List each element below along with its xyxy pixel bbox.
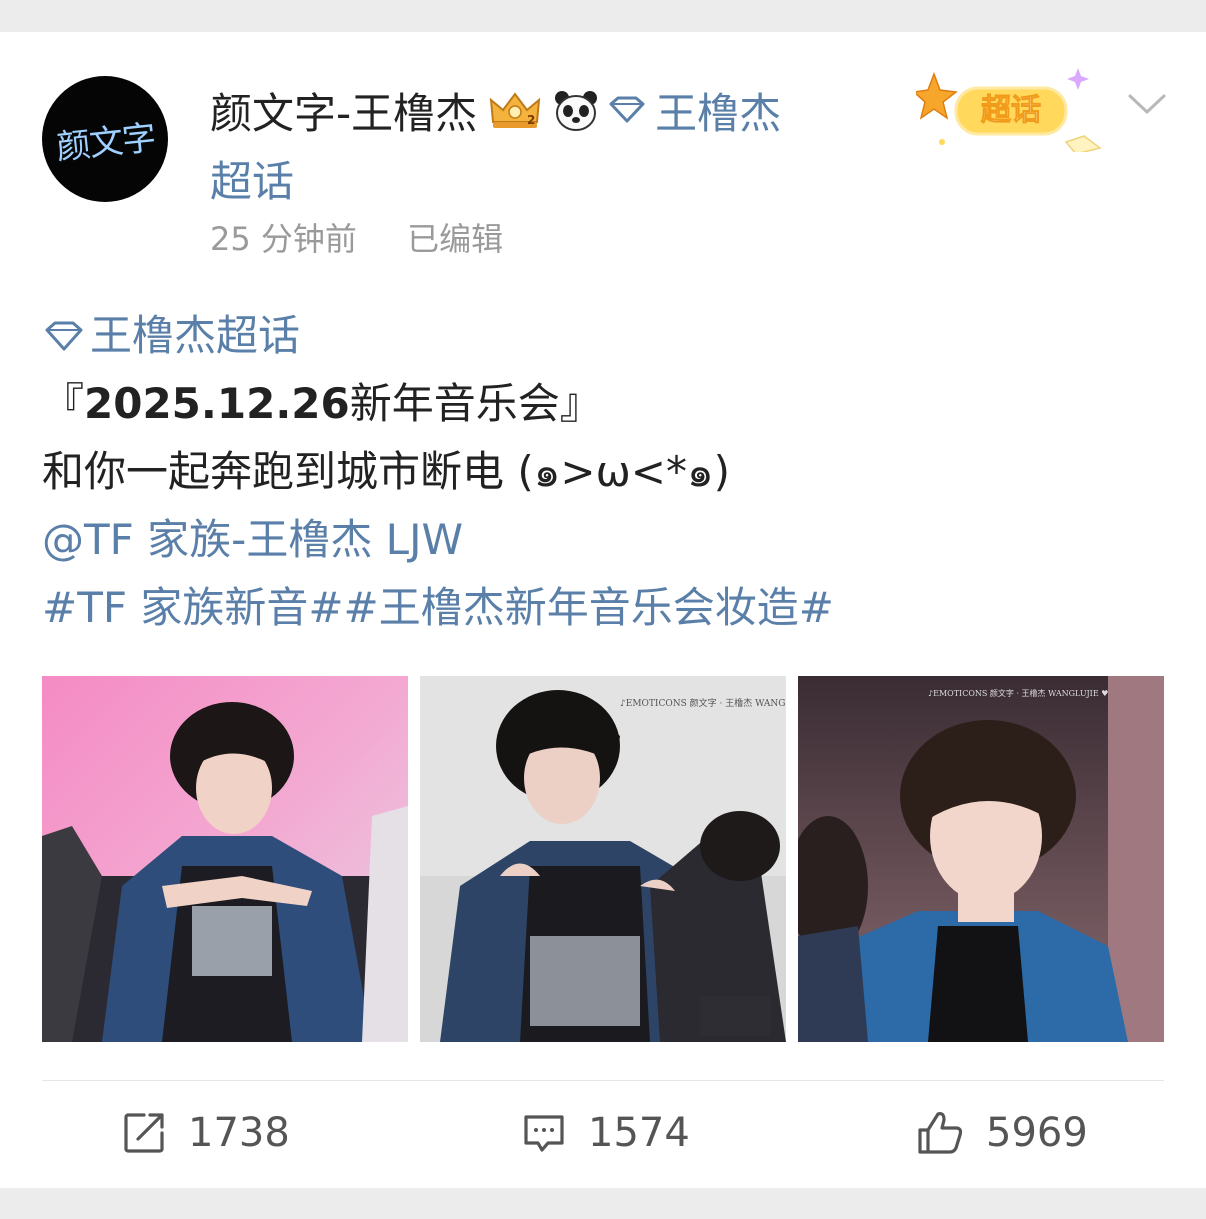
author-row: 颜文字-王橹杰 2 王橹杰 — [210, 82, 781, 138]
photo-3[interactable]: ♪EMOTICONS 颜文字 · 王橹杰 WANGLUJIE ♥ — [798, 676, 1164, 1042]
photo-performer-pink-stage — [42, 676, 408, 1042]
diamond-topic-icon — [45, 321, 83, 351]
timestamp: 25 分钟前 — [210, 220, 357, 258]
mention-link[interactable]: @TF 家族-王橹杰 LJW — [42, 506, 1162, 574]
chevron-down-icon[interactable] — [1126, 90, 1168, 122]
post-title: 『2025.12.26新年音乐会』 — [42, 370, 1162, 438]
watermark-2: ♪EMOTICONS 颜文字 · 王橹杰 WANGLUJIE ♥ — [620, 697, 786, 709]
svg-text:2: 2 — [527, 113, 535, 127]
comment-icon — [524, 1115, 564, 1152]
edited-label: 已编辑 — [407, 220, 504, 258]
topic-link-continued[interactable]: 超话 — [210, 148, 294, 209]
thumbs-up-icon — [918, 1112, 963, 1154]
post-meta: 25 分钟前 已编辑 — [210, 214, 503, 260]
diamond-topic-icon — [607, 95, 647, 125]
photo-2[interactable]: ♪EMOTICONS 颜文字 · 王橹杰 WANGLUJIE ♥ — [420, 676, 786, 1042]
chaohua-badge[interactable]: 超话 — [912, 62, 1106, 156]
photo-performer-portrait: ♪EMOTICONS 颜文字 · 王橹杰 WANGLUJIE ♥ — [798, 676, 1164, 1042]
topic-link[interactable]: 王橹杰 — [655, 80, 781, 141]
photo-1[interactable] — [42, 676, 408, 1042]
user-name[interactable]: 颜文字-王橹杰 — [210, 80, 477, 141]
comment-count: 1574 — [588, 1110, 690, 1156]
like-count: 5969 — [986, 1110, 1088, 1156]
title-bracket: 『 — [42, 379, 85, 428]
topic-tag[interactable]: 王橹杰超话 — [42, 302, 1162, 370]
repost-icon — [124, 1113, 164, 1153]
chaohua-badge-label: 超话 — [981, 93, 1041, 128]
watermark-3: ♪EMOTICONS 颜文字 · 王橹杰 WANGLUJIE ♥ — [928, 688, 1108, 698]
avatar[interactable]: 颜文字 — [42, 76, 168, 202]
action-bar: 1738 1574 5969 — [0, 1100, 1206, 1166]
avatar-text: 颜文字 — [54, 117, 157, 168]
divider — [42, 1080, 1164, 1081]
photo-grid: ♪EMOTICONS 颜文字 · 王橹杰 WANGLUJIE ♥ — [42, 676, 1164, 1042]
repost-count: 1738 — [188, 1110, 290, 1156]
crown-badge-icon: 2 — [487, 88, 543, 132]
comment-button[interactable]: 1574 — [522, 1100, 690, 1166]
like-button[interactable]: 5969 — [916, 1100, 1088, 1166]
repost-button[interactable]: 1738 — [122, 1100, 290, 1166]
topic-tag-label[interactable]: 王橹杰超话 — [90, 302, 300, 370]
post-card: 颜文字 颜文字-王橹杰 2 王橹杰 超话 25 分钟前 已编辑 超话 王橹杰超话… — [0, 32, 1206, 1188]
title-rest: 新年音乐会』 — [349, 379, 602, 428]
post-body: 王橹杰超话 『2025.12.26新年音乐会』 和你一起奔跑到城市断电 (๑>ω… — [42, 302, 1162, 642]
hashtag-links[interactable]: #TF 家族新音##王橹杰新年音乐会妆造# — [42, 574, 1162, 642]
title-date: 2025.12.26 — [84, 379, 350, 428]
photo-performer-grey-bg: ♪EMOTICONS 颜文字 · 王橹杰 WANGLUJIE ♥ — [420, 676, 786, 1042]
post-text-line: 和你一起奔跑到城市断电 (๑>ω<*๑) — [42, 447, 730, 496]
panda-icon — [553, 88, 599, 132]
